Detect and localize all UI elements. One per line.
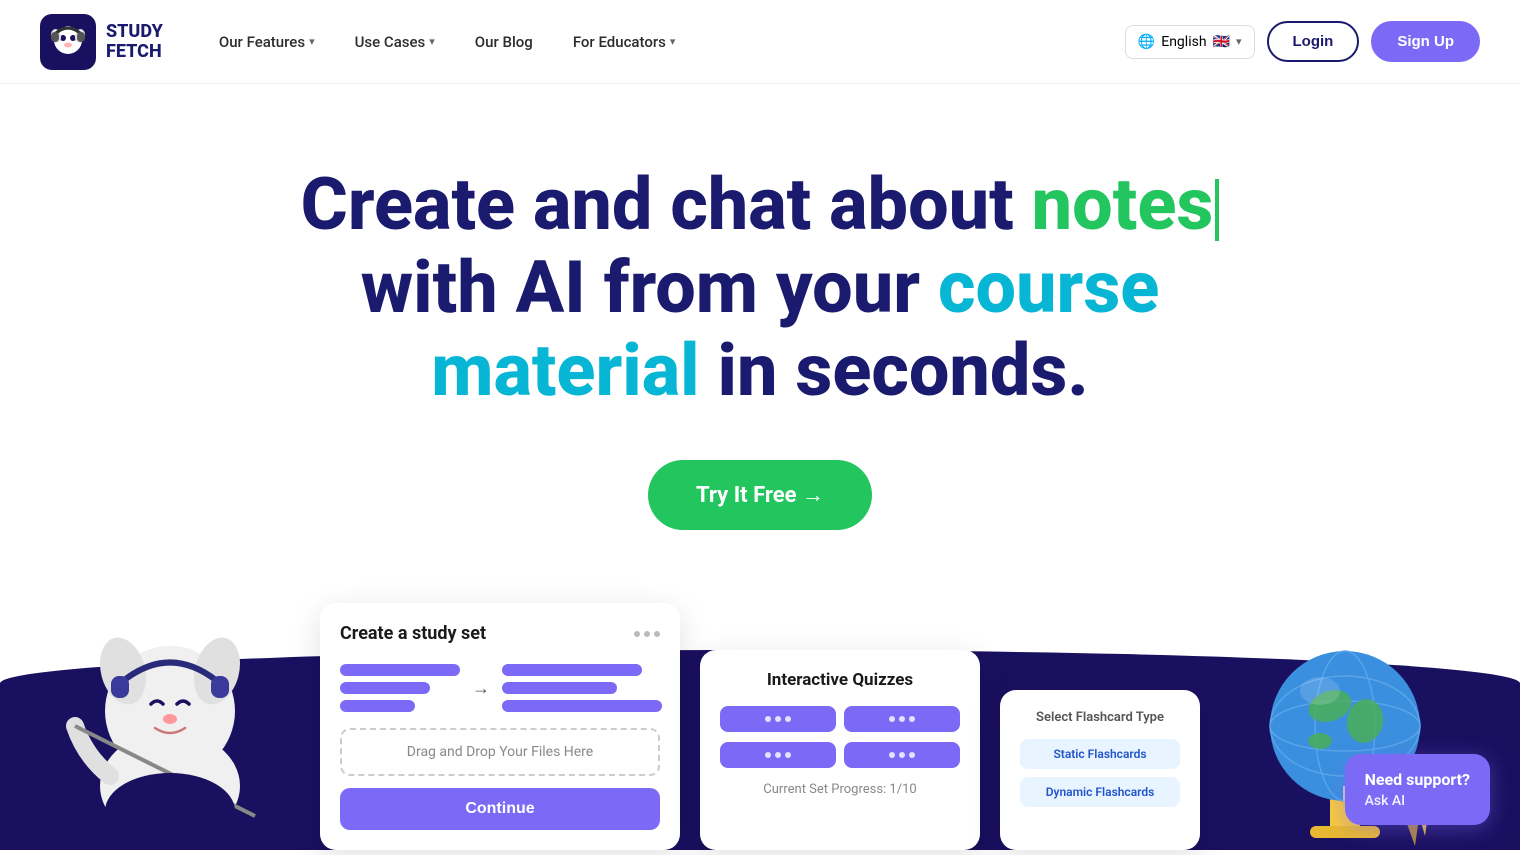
- study-card-title: Create a study set: [340, 623, 486, 644]
- study-set-card: Create a study set →: [320, 603, 680, 850]
- nav-for-educators[interactable]: For Educators ▾: [557, 25, 692, 59]
- globe-icon: 🌐: [1138, 34, 1155, 50]
- hero-section: Create and chat about notes with AI from…: [0, 84, 1520, 850]
- flashcard-option-static[interactable]: Static Flashcards: [1020, 739, 1180, 769]
- hero-highlight-notes: notes: [1032, 162, 1214, 247]
- flashcard-card-title: Select Flashcard Type: [1020, 710, 1180, 725]
- chevron-down-icon: ▾: [309, 35, 315, 48]
- navbar: STUDY FETCH Our Features ▾ Use Cases ▾ O…: [0, 0, 1520, 84]
- nav-links: Our Features ▾ Use Cases ▾ Our Blog For …: [203, 25, 1125, 59]
- progress-bars: →: [340, 664, 660, 712]
- quiz-card-title: Interactive Quizzes: [720, 670, 960, 690]
- progress-row-1: →: [340, 664, 660, 712]
- illustration-cards: Create a study set →: [320, 603, 1200, 850]
- drag-drop-area[interactable]: Drag and Drop Your Files Here: [340, 728, 660, 776]
- logo-icon: [40, 14, 96, 70]
- hero-title-part3: in seconds.: [700, 328, 1089, 413]
- quiz-card: Interactive Quizzes: [700, 650, 980, 850]
- login-button[interactable]: Login: [1267, 21, 1360, 62]
- hero-title-part1: Create and chat about: [301, 162, 1032, 247]
- chevron-down-icon: ▾: [1236, 35, 1242, 48]
- quiz-options: [720, 706, 960, 768]
- arrow-right-icon: →: [472, 678, 490, 699]
- flashcard-option-dynamic[interactable]: Dynamic Flashcards: [1020, 777, 1180, 807]
- try-it-free-button[interactable]: Try It Free →: [648, 460, 872, 530]
- quiz-progress: Current Set Progress: 1/10: [720, 782, 960, 797]
- logo[interactable]: STUDY FETCH: [40, 14, 163, 70]
- continue-button[interactable]: Continue: [340, 788, 660, 830]
- flashcard-card: Select Flashcard Type Static Flashcards …: [1000, 690, 1200, 850]
- chevron-down-icon: ▾: [670, 35, 676, 48]
- logo-line1: STUDY: [106, 22, 163, 42]
- signup-button[interactable]: Sign Up: [1371, 21, 1480, 62]
- language-selector[interactable]: 🌐 English 🇬🇧 ▾: [1125, 25, 1255, 59]
- cursor-blink: [1215, 179, 1219, 240]
- dog-character: [55, 556, 285, 850]
- nav-right: 🌐 English 🇬🇧 ▾ Login Sign Up: [1125, 21, 1480, 62]
- chevron-down-icon: ▾: [429, 35, 435, 48]
- support-widget[interactable]: Need support? Ask AI: [1345, 754, 1490, 825]
- logo-line2: FETCH: [106, 42, 163, 62]
- hero-illustration: Create a study set →: [0, 600, 1520, 850]
- quiz-option-3[interactable]: [720, 742, 836, 768]
- quiz-row-1: [720, 706, 960, 732]
- support-ask-text: Ask AI: [1365, 793, 1470, 809]
- quiz-option-1[interactable]: [720, 706, 836, 732]
- quiz-option-4[interactable]: [844, 742, 960, 768]
- hero-title-part2: with AI from your: [361, 245, 938, 330]
- quiz-row-2: [720, 742, 960, 768]
- nav-use-cases[interactable]: Use Cases ▾: [339, 25, 451, 59]
- card-header: Create a study set: [340, 623, 660, 644]
- quiz-option-2[interactable]: [844, 706, 960, 732]
- nav-blog[interactable]: Our Blog: [459, 25, 549, 59]
- nav-features[interactable]: Our Features ▾: [203, 25, 331, 59]
- card-menu-dots: [634, 631, 660, 637]
- hero-title: Create and chat about notes with AI from…: [280, 164, 1240, 412]
- support-need-text: Need support?: [1365, 770, 1470, 789]
